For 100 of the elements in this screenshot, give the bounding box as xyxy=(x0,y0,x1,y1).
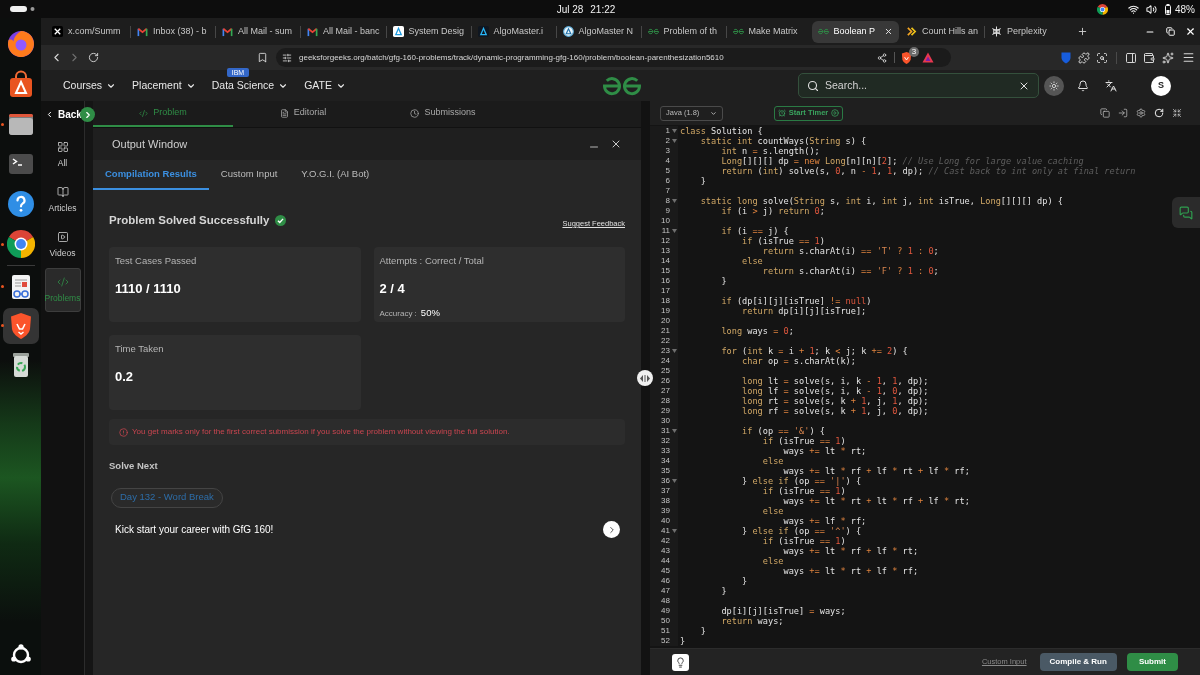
nav-menu[interactable]: Data Science xyxy=(211,77,289,94)
browser-tab[interactable]: AlgoMaster N xyxy=(556,20,641,43)
browser-tab[interactable]: Boolean P xyxy=(811,20,900,43)
battery-percent[interactable]: 48% xyxy=(1175,1,1195,17)
wallet-icon[interactable] xyxy=(1143,51,1155,64)
copy-icon[interactable] xyxy=(1100,108,1110,118)
browser-tab[interactable]: AlgoMaster.i xyxy=(471,20,556,43)
bookmark-icon[interactable] xyxy=(257,52,268,63)
shield-logo-icon[interactable] xyxy=(2,307,39,344)
fold-caret-icon[interactable] xyxy=(671,349,677,353)
browser-tab[interactable]: All Mail - banc xyxy=(301,20,386,43)
submit-button[interactable]: Submit xyxy=(1126,653,1178,671)
sidebar-item[interactable]: Articles xyxy=(44,178,81,222)
new-tab-icon[interactable] xyxy=(1077,26,1089,37)
search-field[interactable]: Search... xyxy=(798,73,1039,98)
nav-menu[interactable]: Courses xyxy=(63,77,117,94)
stacked-chevron-icon xyxy=(906,26,918,37)
stat-value: 0.2 xyxy=(115,367,134,386)
browser-tab[interactable]: Make Matrix xyxy=(726,20,811,43)
line-number: 47 xyxy=(661,586,670,596)
triangle-logo-icon[interactable] xyxy=(922,52,934,63)
browser-tab[interactable]: System Desig xyxy=(386,20,471,43)
battery-icon[interactable] xyxy=(1165,3,1171,15)
browser-tab[interactable]: x.com/Summ xyxy=(46,20,130,43)
puzzle-icon[interactable] xyxy=(1078,51,1090,64)
browser-tab[interactable]: Count Hills an xyxy=(900,20,985,43)
sidebar-icon[interactable] xyxy=(1125,51,1137,64)
compile-run-button[interactable]: Compile & Run xyxy=(1039,653,1117,671)
fold-caret-icon[interactable] xyxy=(671,479,677,483)
code-line: ways += lt * rt + lt * rf + lf * rt; xyxy=(783,496,970,506)
fox-logo-icon[interactable] xyxy=(6,30,35,58)
sliders-icon[interactable] xyxy=(282,52,292,63)
line-number: 18 xyxy=(661,296,670,306)
clock-text[interactable]: 21:22 xyxy=(590,1,616,17)
fold-caret-icon[interactable] xyxy=(671,129,677,133)
code-line: ways += lt * rf + lf * rt; xyxy=(783,546,919,556)
output-tab[interactable]: Compilation Results xyxy=(93,160,209,190)
help-icon[interactable] xyxy=(6,190,35,218)
share-icon[interactable] xyxy=(877,52,887,63)
line-number: 16 xyxy=(661,276,670,286)
code-line: } xyxy=(721,276,727,286)
line-number: 30 xyxy=(661,416,670,426)
shrink-icon[interactable] xyxy=(1172,108,1182,118)
sidebar-item[interactable]: All xyxy=(44,133,81,177)
sparkle-icon[interactable] xyxy=(1162,51,1174,64)
dots-ring-icon[interactable] xyxy=(9,644,32,666)
settings-icon[interactable] xyxy=(1136,108,1146,118)
theme-toggle-button[interactable] xyxy=(1044,75,1064,96)
close-tab-icon[interactable] xyxy=(884,27,894,36)
code-line: else xyxy=(762,556,784,566)
hint-button[interactable] xyxy=(672,653,689,671)
fold-caret-icon[interactable] xyxy=(671,229,677,233)
output-tab[interactable]: Custom Input xyxy=(208,160,290,190)
problem-tab[interactable]: Editorial xyxy=(233,101,373,127)
fold-caret-icon[interactable] xyxy=(671,429,677,433)
double-g-logo-icon[interactable] xyxy=(603,75,641,96)
warning-text: You get marks only for the first correct submission if you solve the problem without viewing the full solution. xyxy=(132,426,510,439)
wifi-icon[interactable] xyxy=(1128,3,1139,15)
code-line: } xyxy=(742,576,748,586)
splitter-bar[interactable] xyxy=(641,101,650,675)
browser-tab[interactable]: All Mail - sum xyxy=(216,20,300,43)
stat-value: 1110 / 1110 xyxy=(115,279,181,298)
menu-icon[interactable] xyxy=(1182,51,1195,64)
date-text[interactable]: Jul 28 xyxy=(556,1,584,17)
output-tab[interactable]: Y.O.G.I. (AI Bot) xyxy=(289,160,382,190)
user-avatar[interactable]: S xyxy=(1151,75,1171,96)
fold-caret-icon[interactable] xyxy=(671,139,677,143)
next-button[interactable] xyxy=(603,521,620,538)
accuracy-value: 50% xyxy=(420,306,440,320)
close-icon[interactable] xyxy=(610,138,622,150)
reload-icon[interactable] xyxy=(88,52,99,63)
play-square-icon xyxy=(56,230,69,243)
nav-menu[interactable]: GATE xyxy=(304,77,346,94)
refresh-icon[interactable] xyxy=(1154,108,1164,118)
shield-icon[interactable] xyxy=(1061,51,1071,64)
page-search-icon[interactable] xyxy=(1096,51,1108,64)
workspace-indicator-icon[interactable] xyxy=(10,6,35,12)
browser-tab[interactable]: Problem of th xyxy=(641,20,726,43)
fold-caret-icon[interactable] xyxy=(671,199,677,203)
bell-icon[interactable] xyxy=(1077,79,1089,92)
nav-menu[interactable]: Placement xyxy=(132,77,196,94)
browser-tab[interactable]: Inbox (38) - b xyxy=(131,20,215,43)
sidebar-item[interactable]: Videos xyxy=(44,223,81,267)
shield-logo-icon[interactable] xyxy=(901,51,912,64)
back-button[interactable]: Back xyxy=(41,101,82,127)
sidebar-item[interactable]: Problems xyxy=(44,268,81,312)
browser-tab[interactable]: Perplexity xyxy=(985,20,1070,43)
restore-icon[interactable] xyxy=(1166,27,1175,36)
fold-caret-icon[interactable] xyxy=(671,529,677,533)
code-line: } else if (op == '|') { xyxy=(742,476,862,486)
volume-icon[interactable] xyxy=(1146,3,1157,15)
double-g-logo-icon xyxy=(647,26,659,37)
translate-icon[interactable] xyxy=(1105,79,1117,92)
log-in-icon[interactable] xyxy=(1118,108,1128,118)
segmented-circle-icon[interactable] xyxy=(6,230,35,258)
address-field[interactable]: geeksforgeeks.org/batch/gfg-160-problems/track/dynamic-programming-gfg-160/problem/boolean-parenthesization5610 xyxy=(276,48,894,67)
close-icon[interactable] xyxy=(1185,26,1196,37)
problem-tab[interactable]: Submissions xyxy=(373,101,513,127)
chat-button[interactable] xyxy=(1172,197,1200,228)
segmented-circle-icon[interactable] xyxy=(1097,3,1108,15)
